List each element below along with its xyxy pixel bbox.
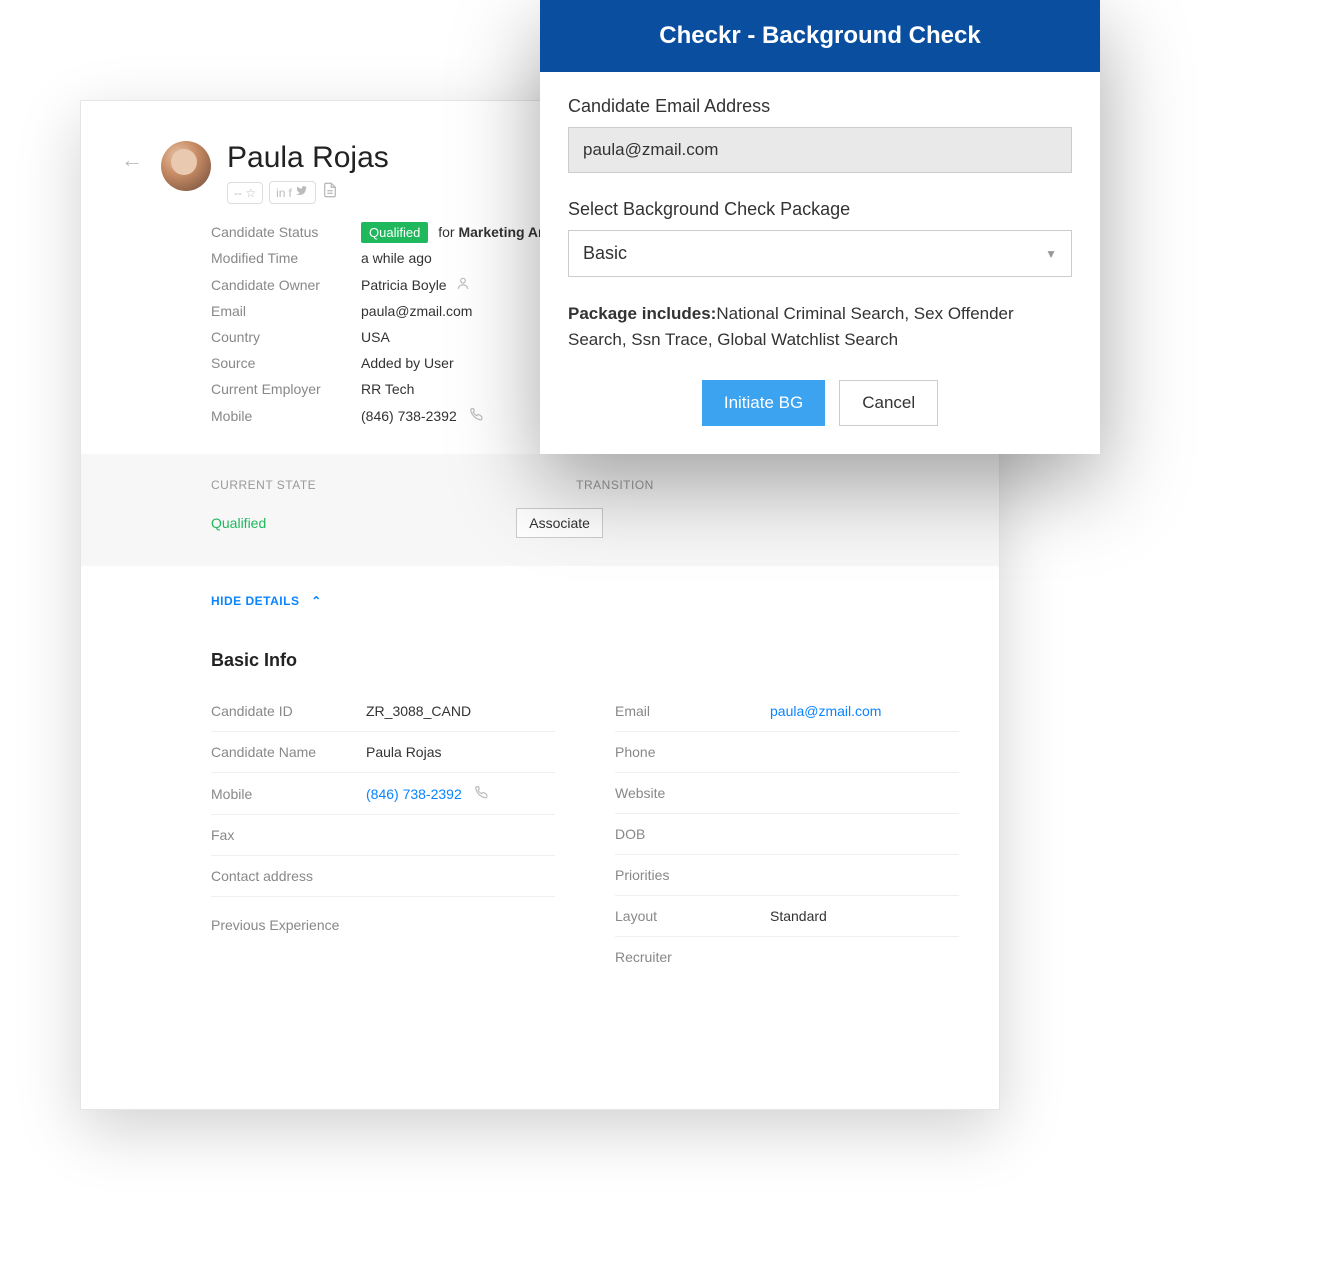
mobile-text: (846) 738-2392 [361, 408, 457, 424]
layout-label: Layout [615, 908, 770, 924]
website-label: Website [615, 785, 770, 801]
social-pill[interactable]: in f [269, 181, 316, 204]
email-value: paula@zmail.com [361, 303, 472, 319]
contact-label: Contact address [211, 868, 366, 884]
dob-label: DOB [615, 826, 770, 842]
phone-icon[interactable] [474, 786, 488, 802]
facebook-icon: f [288, 186, 291, 200]
back-button[interactable]: ← [121, 147, 143, 173]
cand-name-label: Candidate Name [211, 744, 366, 760]
email2-label: Email [615, 703, 770, 719]
employer-value: RR Tech [361, 381, 414, 397]
phone-icon[interactable] [469, 408, 483, 424]
hide-details-toggle[interactable]: HIDE DETAILS ⌃ [211, 594, 322, 608]
modified-value: a while ago [361, 250, 432, 266]
cand-name-value: Paula Rojas [366, 744, 442, 760]
phone-label: Phone [615, 744, 770, 760]
source-label: Source [211, 355, 361, 371]
state-panel: CURRENT STATE TRANSITION Qualified Assoc… [81, 454, 999, 566]
cancel-button[interactable]: Cancel [839, 380, 938, 426]
prev-exp-label: Previous Experience [211, 897, 555, 933]
modal-actions: Initiate BG Cancel [568, 380, 1072, 426]
modal-title: Checkr - Background Check [540, 0, 1100, 72]
status-label: Candidate Status [211, 224, 361, 240]
checkr-modal: Checkr - Background Check Candidate Emai… [540, 0, 1100, 454]
mobile-label: Mobile [211, 408, 361, 424]
rating-pill[interactable]: -- ☆ [227, 182, 263, 204]
chevron-up-icon: ⌃ [311, 594, 322, 608]
transition-header: TRANSITION [576, 478, 654, 492]
package-includes: Package includes:National Criminal Searc… [568, 301, 1072, 352]
linkedin-icon: in [276, 186, 285, 200]
cand-id-label: Candidate ID [211, 703, 366, 719]
country-value: USA [361, 329, 390, 345]
mobile-value: (846) 738-2392 [361, 407, 483, 424]
email-field-label: Candidate Email Address [568, 96, 1072, 117]
package-field-label: Select Background Check Package [568, 199, 1072, 220]
layout-value: Standard [770, 908, 827, 924]
owner-value: Patricia Boyle [361, 276, 470, 293]
package-value: Basic [583, 243, 627, 264]
current-state-value: Qualified [211, 515, 266, 531]
source-value: Added by User [361, 355, 454, 371]
employer-label: Current Employer [211, 381, 361, 397]
cand-id-value: ZR_3088_CAND [366, 703, 471, 719]
status-for: for [438, 224, 454, 240]
basic-info-title: Basic Info [81, 620, 999, 683]
mobile-link[interactable]: (846) 738-2392 [366, 786, 462, 802]
current-state-header: CURRENT STATE [211, 478, 316, 492]
mobile2-value: (846) 738-2392 [366, 785, 488, 802]
priorities-label: Priorities [615, 867, 770, 883]
avatar[interactable] [161, 141, 211, 191]
fax-label: Fax [211, 827, 366, 843]
includes-label: Package includes: [568, 304, 716, 323]
initiate-button[interactable]: Initiate BG [702, 380, 825, 426]
modal-body: Candidate Email Address Select Backgroun… [540, 72, 1100, 454]
person-icon[interactable] [456, 277, 470, 293]
basic-info-left: Candidate ID ZR_3088_CAND Candidate Name… [211, 691, 555, 977]
twitter-icon [295, 185, 309, 200]
transition-button[interactable]: Associate [516, 508, 603, 538]
modified-label: Modified Time [211, 250, 361, 266]
basic-info-columns: Candidate ID ZR_3088_CAND Candidate Name… [81, 683, 999, 997]
country-label: Country [211, 329, 361, 345]
owner-label: Candidate Owner [211, 277, 361, 293]
hide-details-row: HIDE DETAILS ⌃ [81, 566, 999, 620]
email-label: Email [211, 303, 361, 319]
recruiter-label: Recruiter [615, 949, 770, 965]
basic-info-right: Email paula@zmail.com Phone Website DOB … [615, 691, 959, 977]
status-badge: Qualified [361, 222, 428, 243]
caret-down-icon: ▼ [1045, 247, 1057, 261]
email-field[interactable] [568, 127, 1072, 173]
document-icon[interactable] [322, 181, 338, 204]
hide-details-label: HIDE DETAILS [211, 594, 299, 608]
email-link[interactable]: paula@zmail.com [770, 703, 881, 719]
mobile2-label: Mobile [211, 786, 366, 802]
package-select[interactable]: Basic ▼ [568, 230, 1072, 277]
owner-text: Patricia Boyle [361, 277, 447, 293]
